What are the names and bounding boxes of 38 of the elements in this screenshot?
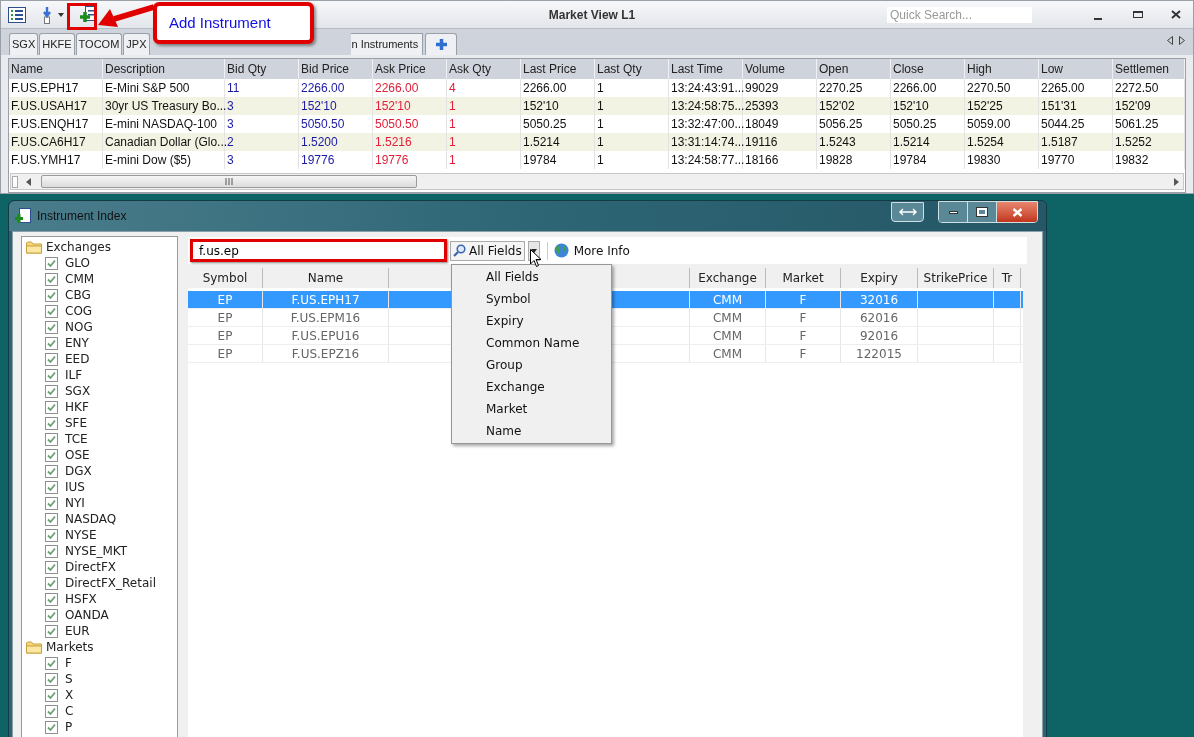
table-cell: 19784	[891, 151, 965, 169]
table-cell: EP	[188, 309, 263, 326]
table-cell: F.US.EPZ16	[263, 345, 389, 362]
table-cell: 3	[225, 151, 299, 169]
table-cell: E-mini Dow ($5)	[103, 151, 225, 169]
table-cell: 62016	[841, 309, 918, 326]
table-cell: 19776	[299, 151, 373, 169]
table-cell: F.US.EPU16	[263, 327, 389, 344]
table-cell: 18166	[743, 151, 817, 169]
table-cell: F	[766, 291, 841, 308]
table-cell: 19832	[1113, 151, 1185, 169]
table-cell: 1	[595, 151, 669, 169]
table-cell: 19828	[817, 151, 891, 169]
table-cell: CMM	[690, 291, 766, 308]
table-cell: F.US.EPM16	[263, 309, 389, 326]
table-cell: 19770	[1039, 151, 1113, 169]
table-cell: 32016	[841, 291, 918, 308]
table-cell: 19784	[521, 151, 595, 169]
table-cell: F	[766, 345, 841, 362]
table-cell: F.US.EPH17	[263, 291, 389, 308]
table-cell: 92016	[841, 327, 918, 344]
table-cell: F.US.YMH17	[9, 151, 103, 169]
table-cell: 122015	[841, 345, 918, 362]
table-cell: 19830	[965, 151, 1039, 169]
table-cell: 19776	[373, 151, 447, 169]
table-cell: F	[766, 309, 841, 326]
table-cell: EP	[188, 345, 263, 362]
table-cell: 1	[447, 151, 521, 169]
table-cell: CMM	[690, 327, 766, 344]
window-title: Instrument Index	[37, 208, 127, 225]
table-cell: F	[766, 327, 841, 344]
callout-text: Add Instrument	[169, 12, 271, 33]
table-cell: 13:24:58:77...	[669, 151, 743, 169]
table-cell: CMM	[690, 345, 766, 362]
table-cell: EP	[188, 327, 263, 344]
table-cell: EP	[188, 291, 263, 308]
table-cell: CMM	[690, 309, 766, 326]
window-title: Market View L1	[548, 6, 636, 24]
